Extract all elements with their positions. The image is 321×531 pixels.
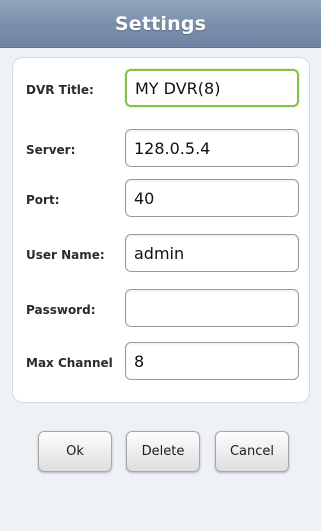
password-label: Password: [26, 303, 96, 317]
server-row: Server: 128.0.5.4 [13, 129, 309, 171]
port-input[interactable]: 40 [125, 179, 299, 217]
dvr-title-row: DVR Title: MY DVR(8) [13, 69, 309, 111]
cancel-button[interactable]: Cancel [215, 431, 289, 472]
delete-button[interactable]: Delete [126, 431, 200, 472]
port-row: Port: 40 [13, 179, 309, 221]
user-name-input[interactable]: admin [125, 234, 299, 272]
ok-button[interactable]: Ok [38, 431, 112, 472]
dvr-title-label: DVR Title: [26, 83, 94, 97]
user-name-label: User Name: [26, 248, 105, 262]
password-input[interactable] [125, 289, 299, 327]
title-bar: Settings [0, 0, 321, 48]
max-channel-input[interactable]: 8 [125, 342, 299, 380]
max-channel-label: Max Channel [26, 356, 113, 370]
password-row: Password: [13, 289, 309, 331]
server-input[interactable]: 128.0.5.4 [125, 129, 299, 167]
port-label: Port: [26, 193, 60, 207]
page-title: Settings [114, 12, 207, 35]
max-channel-row: Max Channel 8 [13, 342, 309, 384]
user-name-row: User Name: admin [13, 234, 309, 276]
button-bar: Ok Delete Cancel [0, 431, 321, 473]
settings-form: DVR Title: MY DVR(8) Server: 128.0.5.4 P… [13, 58, 309, 402]
server-label: Server: [26, 143, 76, 157]
dvr-title-input[interactable]: MY DVR(8) [125, 69, 299, 107]
